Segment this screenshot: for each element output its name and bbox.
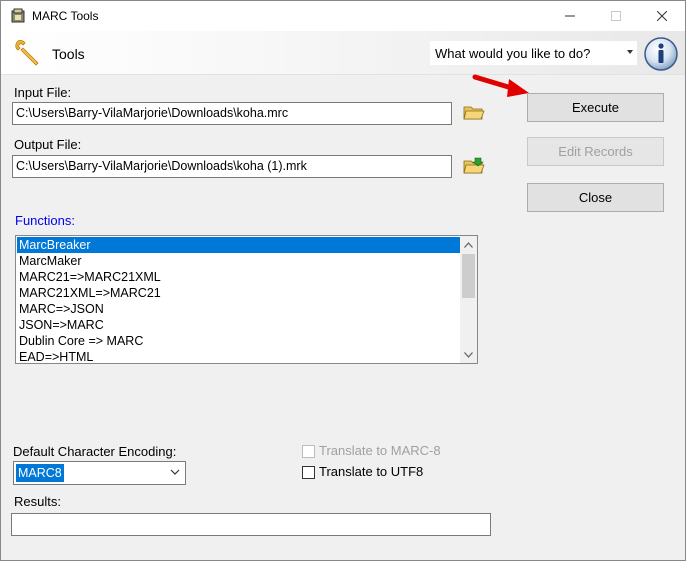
results-field[interactable]: [11, 513, 491, 536]
title-bar: MARC Tools: [1, 1, 685, 31]
scroll-down-button[interactable]: [460, 346, 477, 363]
dropdown-arrow-icon: [627, 50, 633, 54]
list-item-dublin-core-to-marc[interactable]: Dublin Core => MARC: [17, 333, 460, 349]
input-file-label: Input File:: [14, 85, 72, 100]
list-item-ead-to-html[interactable]: EAD=>HTML: [17, 349, 460, 363]
minimize-button[interactable]: [547, 1, 593, 31]
list-item-marc-to-json[interactable]: MARC=>JSON: [17, 301, 460, 317]
scroll-up-button[interactable]: [460, 236, 477, 253]
translate-marc8-checkbox[interactable]: [302, 445, 315, 458]
chevron-down-icon: [170, 469, 180, 475]
list-item-json-to-marc[interactable]: JSON=>MARC: [17, 317, 460, 333]
close-window-button[interactable]: [639, 1, 685, 31]
output-file-field[interactable]: C:\Users\Barry-VilaMarjorie\Downloads\ko…: [12, 155, 452, 178]
close-button[interactable]: Close: [527, 183, 664, 212]
chevron-down-icon: [464, 351, 473, 358]
edit-records-button[interactable]: Edit Records: [527, 137, 664, 166]
task-dropdown-value: What would you like to do?: [435, 46, 591, 61]
list-item-marc21xml-to-marc21[interactable]: MARC21XML=>MARC21: [17, 285, 460, 301]
translate-marc8-label: Translate to MARC-8: [319, 443, 441, 458]
list-item-marc21-to-marc21xml[interactable]: MARC21=>MARC21XML: [17, 269, 460, 285]
list-item-marcmaker[interactable]: MarcMaker: [17, 253, 460, 269]
list-item-marcbreaker[interactable]: MarcBreaker: [17, 237, 460, 253]
encoding-select[interactable]: MARC8: [13, 461, 186, 485]
wrench-icon: [15, 40, 39, 66]
functions-scrollbar[interactable]: [460, 236, 477, 363]
folder-save-icon[interactable]: [463, 157, 485, 175]
translate-utf8-checkbox[interactable]: [302, 466, 315, 479]
info-icon[interactable]: [643, 36, 679, 72]
translate-utf8-label: Translate to UTF8: [319, 464, 424, 479]
close-icon: [657, 11, 667, 21]
maximize-button[interactable]: [593, 1, 639, 31]
chevron-up-icon: [464, 241, 473, 248]
scroll-thumb[interactable]: [462, 254, 475, 298]
tools-label: Tools: [52, 46, 85, 62]
functions-listbox[interactable]: MarcBreaker MarcMaker MARC21=>MARC21XML …: [15, 235, 478, 364]
output-file-label: Output File:: [14, 137, 82, 152]
execute-button[interactable]: Execute: [527, 93, 664, 122]
tools-toolbar: Tools What would you like to do?: [1, 31, 685, 75]
encoding-label: Default Character Encoding:: [13, 444, 177, 459]
window-title: MARC Tools: [32, 9, 99, 23]
encoding-select-value: MARC8: [16, 464, 64, 482]
app-icon: [11, 8, 25, 23]
marc-tools-window: MARC Tools Tools What would you like to …: [0, 0, 686, 561]
functions-label: Functions:: [15, 213, 75, 228]
maximize-icon: [611, 11, 621, 21]
input-file-field[interactable]: C:\Users\Barry-VilaMarjorie\Downloads\ko…: [12, 102, 452, 125]
folder-open-icon[interactable]: [463, 103, 485, 121]
task-dropdown[interactable]: What would you like to do?: [430, 41, 637, 65]
results-label: Results:: [14, 494, 61, 509]
minimize-icon: [565, 15, 575, 17]
